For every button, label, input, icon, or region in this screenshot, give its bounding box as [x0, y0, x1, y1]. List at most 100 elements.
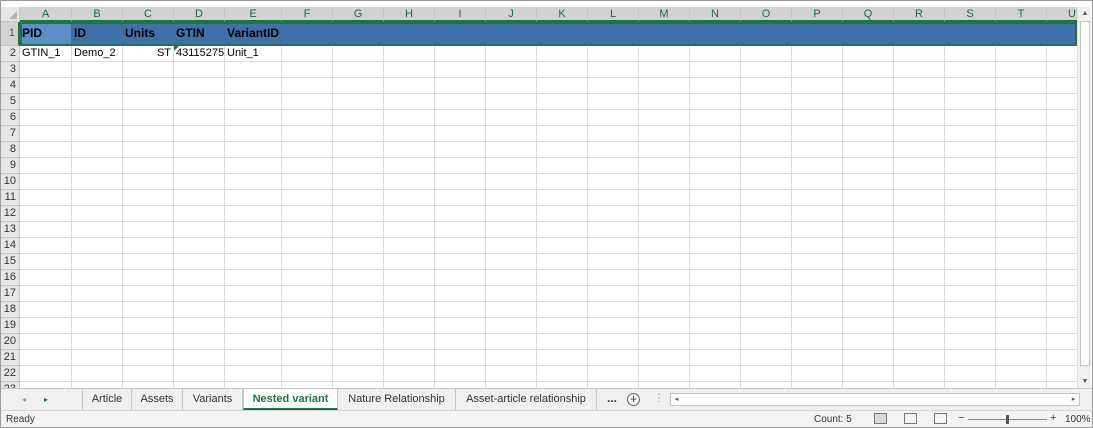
cell-a12[interactable] — [20, 206, 72, 222]
cell-b21[interactable] — [72, 350, 123, 366]
cell-g18[interactable] — [333, 302, 384, 318]
cell-r18[interactable] — [894, 302, 945, 318]
cell-c11[interactable] — [123, 190, 174, 206]
cell-o12[interactable] — [741, 206, 792, 222]
row-header-15[interactable]: 15 — [1, 254, 20, 270]
cell-s11[interactable] — [945, 190, 996, 206]
cell-g1[interactable] — [333, 22, 384, 46]
cell-o1[interactable] — [741, 22, 792, 46]
cell-h6[interactable] — [384, 110, 435, 126]
column-header-r[interactable]: R — [894, 7, 945, 22]
cell-b20[interactable] — [72, 334, 123, 350]
cell-e11[interactable] — [225, 190, 282, 206]
cell-t11[interactable] — [996, 190, 1047, 206]
cell-h7[interactable] — [384, 126, 435, 142]
cell-q22[interactable] — [843, 366, 894, 382]
cell-f21[interactable] — [282, 350, 333, 366]
cell-t14[interactable] — [996, 238, 1047, 254]
cell-d15[interactable] — [174, 254, 225, 270]
cell-p22[interactable] — [792, 366, 843, 382]
cell-area[interactable]: PID ID Units GTIN VariantID GTIN_1 Demo_2 ST 431… — [20, 22, 1077, 388]
cell-f19[interactable] — [282, 318, 333, 334]
cell-p18[interactable] — [792, 302, 843, 318]
cell-c13[interactable] — [123, 222, 174, 238]
cell-a13[interactable] — [20, 222, 72, 238]
cell-h2[interactable] — [384, 46, 435, 62]
column-header-h[interactable]: H — [384, 7, 435, 22]
cell-m6[interactable] — [639, 110, 690, 126]
cell-m18[interactable] — [639, 302, 690, 318]
cell-b3[interactable] — [72, 62, 123, 78]
cell-n2[interactable] — [690, 46, 741, 62]
cell-c20[interactable] — [123, 334, 174, 350]
cell-u14[interactable] — [1047, 238, 1077, 254]
row-header-19[interactable]: 19 — [1, 318, 20, 334]
cell-f6[interactable] — [282, 110, 333, 126]
cell-q11[interactable] — [843, 190, 894, 206]
cell-s6[interactable] — [945, 110, 996, 126]
cell-i19[interactable] — [435, 318, 486, 334]
cell-t20[interactable] — [996, 334, 1047, 350]
cell-l2[interactable] — [588, 46, 639, 62]
zoom-in-icon[interactable]: + — [1050, 412, 1056, 424]
cell-u15[interactable] — [1047, 254, 1077, 270]
cell-u22[interactable] — [1047, 366, 1077, 382]
vertical-scrollbar[interactable]: ▲ ▼ — [1077, 7, 1091, 388]
cell-k8[interactable] — [537, 142, 588, 158]
cell-j8[interactable] — [486, 142, 537, 158]
cell-n16[interactable] — [690, 270, 741, 286]
cell-n22[interactable] — [690, 366, 741, 382]
cell-u18[interactable] — [1047, 302, 1077, 318]
cell-f8[interactable] — [282, 142, 333, 158]
cell-s22[interactable] — [945, 366, 996, 382]
cell-u5[interactable] — [1047, 94, 1077, 110]
cell-g4[interactable] — [333, 78, 384, 94]
cell-t6[interactable] — [996, 110, 1047, 126]
cell-m21[interactable] — [639, 350, 690, 366]
cell-r14[interactable] — [894, 238, 945, 254]
cell-l1[interactable] — [588, 22, 639, 46]
cell-o6[interactable] — [741, 110, 792, 126]
select-all-corner[interactable] — [1, 7, 20, 22]
cell-o5[interactable] — [741, 94, 792, 110]
cell-p6[interactable] — [792, 110, 843, 126]
cell-m7[interactable] — [639, 126, 690, 142]
cell-g19[interactable] — [333, 318, 384, 334]
cell-l13[interactable] — [588, 222, 639, 238]
cell-q9[interactable] — [843, 158, 894, 174]
cell-p19[interactable] — [792, 318, 843, 334]
cell-p1[interactable] — [792, 22, 843, 46]
cell-d22[interactable] — [174, 366, 225, 382]
cell-p11[interactable] — [792, 190, 843, 206]
row-header-6[interactable]: 6 — [1, 110, 20, 126]
cell-o8[interactable] — [741, 142, 792, 158]
cell-f12[interactable] — [282, 206, 333, 222]
cell-q16[interactable] — [843, 270, 894, 286]
row-header-14[interactable]: 14 — [1, 238, 20, 254]
cell-p15[interactable] — [792, 254, 843, 270]
cell-i4[interactable] — [435, 78, 486, 94]
cell-s20[interactable] — [945, 334, 996, 350]
cell-k1[interactable] — [537, 22, 588, 46]
tab-assets[interactable]: Assets — [132, 389, 183, 410]
cell-i12[interactable] — [435, 206, 486, 222]
cell-s3[interactable] — [945, 62, 996, 78]
cell-l10[interactable] — [588, 174, 639, 190]
cell-m22[interactable] — [639, 366, 690, 382]
cell-i13[interactable] — [435, 222, 486, 238]
cell-i22[interactable] — [435, 366, 486, 382]
cell-a2[interactable]: GTIN_1 — [20, 46, 72, 62]
cell-a4[interactable] — [20, 78, 72, 94]
cell-g21[interactable] — [333, 350, 384, 366]
cell-t8[interactable] — [996, 142, 1047, 158]
cell-f2[interactable] — [282, 46, 333, 62]
cell-d16[interactable] — [174, 270, 225, 286]
cell-i2[interactable] — [435, 46, 486, 62]
cell-q4[interactable] — [843, 78, 894, 94]
cell-k14[interactable] — [537, 238, 588, 254]
cell-o7[interactable] — [741, 126, 792, 142]
cell-a16[interactable] — [20, 270, 72, 286]
cell-u20[interactable] — [1047, 334, 1077, 350]
column-header-s[interactable]: S — [945, 7, 996, 22]
cell-j1[interactable] — [486, 22, 537, 46]
